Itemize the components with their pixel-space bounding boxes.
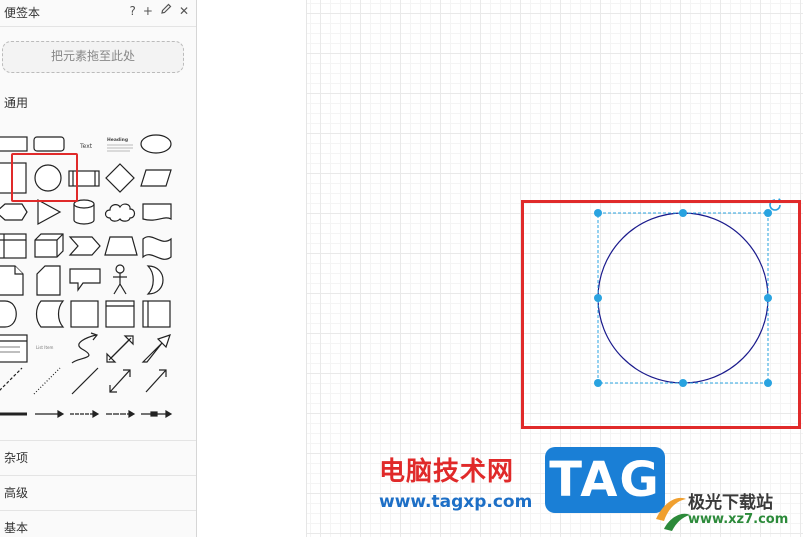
svg-text:Heading: Heading [107, 137, 128, 143]
shape-hexagon[interactable] [0, 203, 28, 221]
shape-cylinder[interactable] [73, 199, 95, 225]
shape-rounded-rectangle[interactable] [33, 136, 65, 152]
resize-handle-w [594, 294, 602, 302]
resize-handle-s [679, 379, 687, 387]
shape-list[interactable] [0, 334, 28, 363]
brand-site-name: 极光下载站 [688, 493, 773, 513]
shape-document[interactable] [142, 203, 172, 221]
resize-handle-sw [594, 379, 602, 387]
svg-text:List Item: List Item [36, 345, 53, 350]
shape-internal-storage[interactable] [0, 233, 27, 259]
canvas-margin [197, 0, 307, 537]
shape-delay[interactable] [0, 300, 17, 328]
watermark-site-url: www.tagxp.com [379, 492, 533, 512]
scratchpad-title: 便签本 [4, 6, 41, 20]
shape-container[interactable] [105, 300, 135, 328]
resize-handles[interactable] [594, 209, 772, 387]
shape-ellipse[interactable] [140, 134, 172, 154]
shape-trapezoid[interactable] [104, 236, 138, 256]
shape-cube[interactable] [34, 233, 64, 258]
section-basic[interactable]: 基本 [0, 510, 196, 537]
shape-square[interactable] [0, 162, 27, 194]
shape-list-item[interactable]: List Item [36, 345, 53, 350]
watermark-site-name: 电脑技术网 [379, 457, 515, 487]
shape-parallelogram[interactable] [140, 169, 172, 187]
shape-callout[interactable] [69, 268, 101, 292]
resize-handle-e [764, 294, 772, 302]
shape-directional-connector[interactable] [145, 369, 167, 393]
scratchpad-dropzone[interactable]: 把元素拖至此处 [2, 41, 184, 73]
shape-dotted-line[interactable] [33, 367, 61, 395]
shape-data-storage[interactable] [35, 300, 65, 328]
shape-step[interactable] [68, 236, 101, 256]
shape-cloud[interactable] [104, 203, 136, 222]
selected-circle-shape[interactable] [597, 212, 769, 384]
brand-site-url: www.xz7.com [688, 512, 789, 527]
help-button[interactable]: ? [130, 3, 136, 19]
svg-text:Text: Text [79, 143, 93, 150]
shape-link-arrow-3[interactable] [106, 409, 136, 419]
section-general[interactable]: 通用 [0, 86, 196, 120]
shape-process[interactable] [68, 170, 100, 187]
pencil-icon[interactable] [160, 3, 172, 19]
scratchpad-actions: ? + ✕ [130, 3, 189, 19]
shape-line[interactable] [71, 367, 99, 395]
shape-sidebar: 便签本 ? + ✕ 把元素拖至此处 通用 Text Heading List I… [0, 0, 197, 537]
shape-or[interactable] [146, 265, 164, 295]
shape-triangle[interactable] [37, 198, 62, 226]
rotate-handle-icon[interactable] [769, 198, 783, 211]
tag-logo: TAG [545, 447, 665, 513]
shape-note[interactable] [0, 265, 24, 296]
shape-rectangle[interactable] [0, 136, 28, 152]
close-button[interactable]: ✕ [179, 3, 189, 19]
add-button[interactable]: + [143, 3, 153, 19]
shape-tape[interactable] [142, 236, 172, 260]
resize-handle-ne [764, 209, 772, 217]
general-shape-palette: Text Heading List Item [0, 126, 196, 440]
section-advanced[interactable]: 高级 [0, 475, 196, 509]
selection-box [597, 212, 769, 384]
shape-text[interactable]: Text [79, 143, 93, 150]
shape-link-arrow-2[interactable] [70, 409, 100, 419]
shape-curve[interactable] [71, 332, 99, 364]
shape-link-arrow[interactable] [35, 409, 65, 419]
shape-circle[interactable] [34, 164, 62, 192]
shape-swimlane[interactable] [142, 300, 171, 328]
shape-heading[interactable]: Heading [107, 137, 133, 152]
shape-palette-svg: Text Heading List Item [0, 134, 173, 419]
shape-bidirectional-arrow[interactable] [106, 335, 134, 363]
shape-labeled-connector[interactable] [141, 409, 173, 419]
shape-card[interactable] [36, 265, 61, 296]
shape-dashed-line[interactable] [0, 367, 23, 394]
resize-handle-nw [594, 209, 602, 217]
shape-diamond[interactable] [105, 163, 135, 193]
shape-square-2[interactable] [70, 300, 99, 328]
shape-bidirectional-connector[interactable] [109, 369, 131, 393]
shape-actor[interactable] [113, 264, 127, 295]
scratchpad-header: 便签本 ? + ✕ [0, 0, 196, 27]
section-misc[interactable]: 杂项 [0, 440, 196, 474]
shape-arrow[interactable] [141, 334, 171, 363]
resize-handle-se [764, 379, 772, 387]
resize-handle-n [679, 209, 687, 217]
